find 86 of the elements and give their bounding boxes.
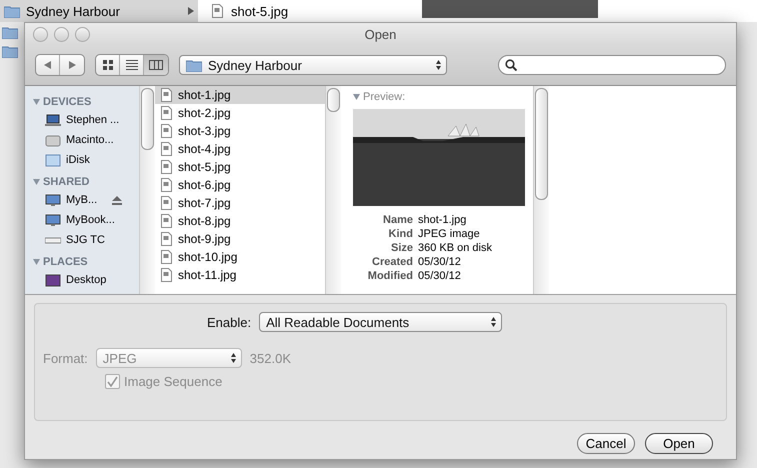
image-file-icon bbox=[161, 142, 172, 156]
file-name: shot-5.jpg bbox=[231, 4, 288, 18]
sidebar-item[interactable]: Stephen ... bbox=[33, 110, 139, 130]
minimize-button[interactable] bbox=[54, 26, 69, 42]
info-label: Size bbox=[390, 242, 413, 254]
info-value: 05/30/12 bbox=[418, 256, 462, 268]
preview-label: Preview: bbox=[363, 91, 406, 103]
laptop-icon bbox=[45, 114, 61, 126]
monitor-icon bbox=[45, 194, 61, 206]
file-row[interactable]: shot-7.jpg bbox=[155, 194, 325, 212]
file-row[interactable]: shot-5.jpg bbox=[155, 158, 325, 176]
search-field[interactable] bbox=[498, 55, 726, 75]
folder-icon bbox=[186, 58, 202, 72]
file-row[interactable]: shot-4.jpg bbox=[155, 140, 325, 158]
close-button[interactable] bbox=[33, 26, 48, 42]
stepper-arrows-icon bbox=[490, 316, 498, 328]
column-view-icon bbox=[149, 60, 163, 70]
sidebar-heading: PLACES bbox=[43, 256, 88, 268]
info-value: JPEG image bbox=[418, 228, 481, 240]
view-mode-button[interactable] bbox=[144, 55, 168, 75]
image-file-icon bbox=[161, 268, 172, 282]
desktop-icon bbox=[45, 274, 61, 286]
file-row[interactable]: shot-1.jpg bbox=[155, 86, 325, 104]
image-file-icon bbox=[161, 196, 172, 210]
file-row[interactable]: shot-10.jpg bbox=[155, 248, 325, 266]
image-file-icon bbox=[161, 124, 172, 138]
info-label: Kind bbox=[388, 228, 413, 240]
enable-popup[interactable]: All Readable Documents bbox=[259, 312, 502, 332]
stepper-arrows-icon bbox=[435, 59, 442, 71]
sidebar-item[interactable]: SJG TC bbox=[33, 230, 139, 250]
scroll-bar[interactable] bbox=[139, 86, 155, 294]
window-title: Open bbox=[364, 26, 396, 42]
sidebar-item[interactable]: MyBook... bbox=[33, 210, 139, 230]
list-view-icon bbox=[126, 60, 138, 70]
sidebar-item[interactable]: Desktop bbox=[33, 270, 139, 290]
sidebar-heading: SHARED bbox=[43, 176, 90, 188]
folder-icon bbox=[4, 4, 20, 18]
info-value: 360 KB on disk bbox=[418, 242, 493, 254]
info-label: Created bbox=[371, 256, 413, 268]
folder-icon bbox=[2, 45, 18, 58]
stepper-arrows-icon bbox=[230, 352, 237, 364]
checkbox-label: Image Sequence bbox=[124, 374, 222, 389]
enable-label: Enable: bbox=[207, 314, 252, 330]
forward-arrow-icon bbox=[68, 61, 76, 69]
image-file-icon bbox=[161, 250, 172, 264]
sidebar-heading: DEVICES bbox=[43, 96, 92, 108]
image-file-icon bbox=[212, 4, 223, 18]
image-file-icon bbox=[161, 106, 172, 120]
file-row[interactable]: shot-8.jpg bbox=[155, 212, 325, 230]
disclosure-arrow-icon bbox=[188, 7, 194, 15]
grid-view-icon bbox=[102, 60, 112, 70]
disclosure-triangle-icon bbox=[353, 94, 360, 100]
file-row[interactable]: shot-2.jpg bbox=[155, 104, 325, 122]
location-popup[interactable]: Sydney Harbour bbox=[179, 55, 447, 75]
scroll-bar[interactable] bbox=[325, 86, 341, 294]
image-file-icon bbox=[161, 178, 172, 192]
disclosure-triangle-icon bbox=[33, 98, 40, 104]
back-arrow-icon bbox=[44, 61, 52, 69]
zoom-button[interactable] bbox=[75, 26, 90, 42]
file-size: 352.0K bbox=[250, 350, 291, 366]
sidebar-item[interactable]: Macinto... bbox=[33, 130, 139, 150]
monitor-icon bbox=[45, 214, 61, 226]
folder-icon bbox=[2, 26, 18, 39]
eject-icon[interactable] bbox=[112, 196, 122, 204]
info-label: Modified bbox=[366, 270, 413, 282]
hard-drive-icon bbox=[45, 134, 61, 146]
image-file-icon bbox=[161, 232, 172, 246]
image-file-icon bbox=[161, 88, 172, 102]
disclosure-triangle-icon bbox=[33, 258, 40, 264]
sidebar-item[interactable]: iDisk bbox=[33, 150, 139, 170]
file-row[interactable]: shot-6.jpg bbox=[155, 176, 325, 194]
format-label: Format: bbox=[43, 350, 88, 366]
info-value: shot-1.jpg bbox=[418, 214, 468, 226]
sidebar-item[interactable]: Sydney Harbour bbox=[0, 0, 198, 22]
file-row[interactable]: shot-9.jpg bbox=[155, 230, 325, 248]
image-file-icon bbox=[161, 214, 172, 228]
disclosure-triangle-icon bbox=[33, 178, 40, 184]
image-file-icon bbox=[161, 160, 172, 174]
file-row[interactable]: shot-11.jpg bbox=[155, 266, 325, 284]
action-button[interactable]: Cancel bbox=[577, 433, 635, 454]
scroll-bar[interactable] bbox=[533, 86, 549, 294]
default-button[interactable]: Open bbox=[645, 433, 713, 454]
sidebar-item[interactable]: MyB... bbox=[33, 190, 139, 210]
file-row[interactable]: shot-3.jpg bbox=[155, 122, 325, 140]
info-value: 05/30/12 bbox=[418, 270, 462, 282]
info-label: Name bbox=[382, 214, 413, 226]
